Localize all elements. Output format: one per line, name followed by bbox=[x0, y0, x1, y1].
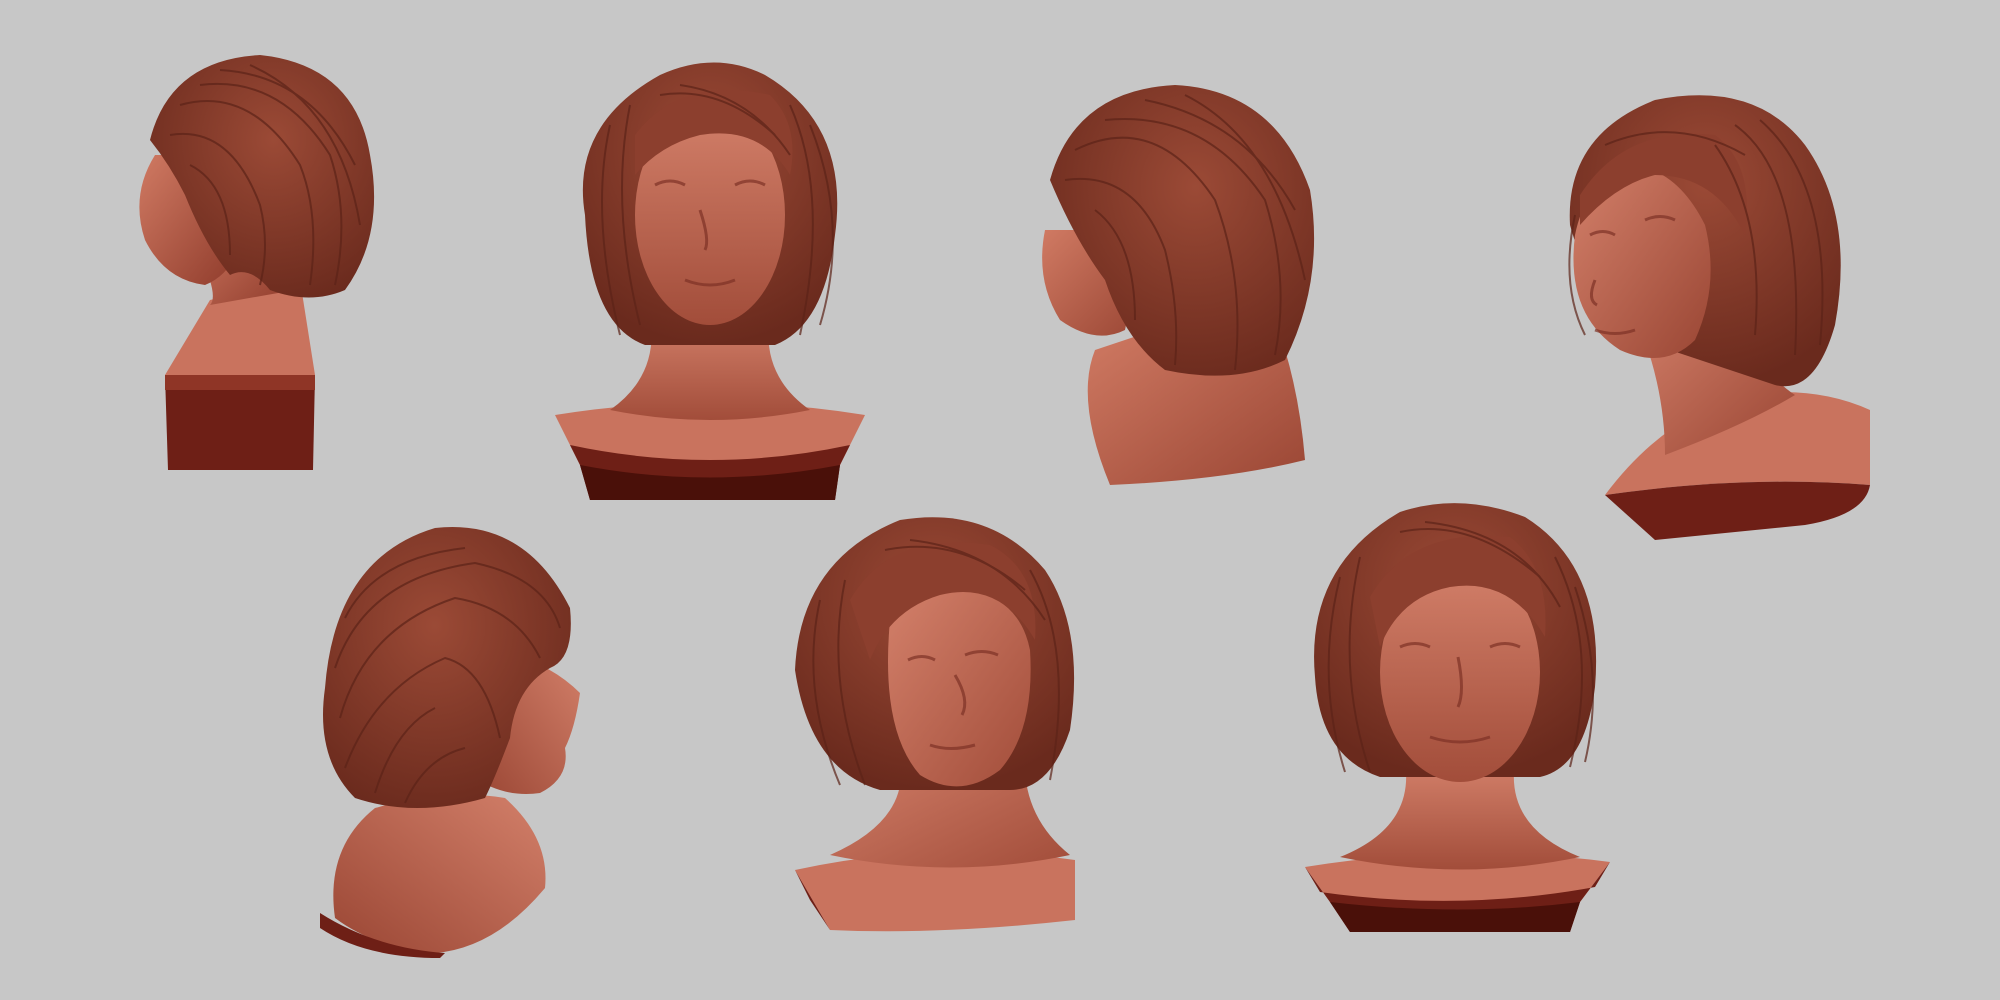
bust-view-back-left-three-quarter bbox=[1035, 80, 1325, 490]
clay-bust-shape bbox=[320, 527, 580, 958]
bust-view-right-profile bbox=[315, 518, 590, 958]
clay-bust-shape bbox=[555, 62, 865, 500]
clay-bust-shape bbox=[139, 55, 375, 470]
viewport-canvas bbox=[0, 0, 2000, 1000]
bust-view-front-up-tilt bbox=[550, 45, 870, 505]
clay-bust-shape bbox=[795, 517, 1075, 932]
bust-view-back-left-profile bbox=[110, 45, 420, 475]
clay-bust-shape bbox=[1042, 85, 1315, 485]
clay-bust-shape bbox=[1305, 503, 1610, 932]
bust-view-front-right-three-quarter bbox=[790, 510, 1090, 935]
clay-bust-shape bbox=[1568, 95, 1870, 540]
bust-view-front bbox=[1300, 497, 1615, 937]
bust-view-left-three-quarter-up bbox=[1545, 85, 1880, 550]
